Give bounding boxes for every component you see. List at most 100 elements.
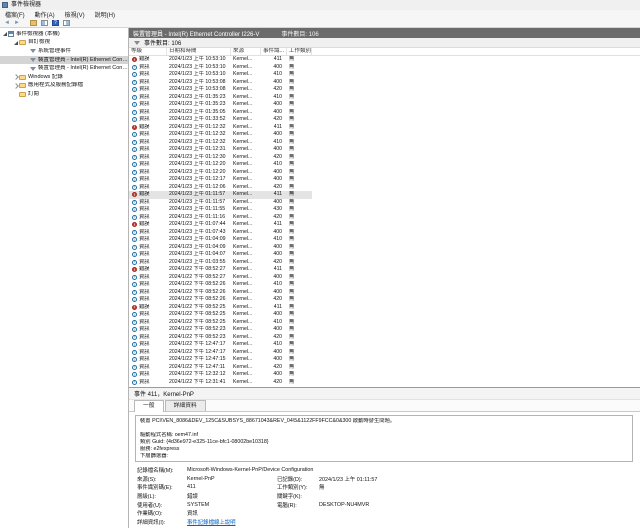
event-row[interactable]: i資訊2024/1/23 上午 01:12:32Kernel...400無	[129, 131, 312, 139]
event-row[interactable]: i資訊2024/1/22 下午 12:47:15Kernel...400無	[129, 356, 312, 364]
event-row[interactable]: i資訊2024/1/23 上午 01:11:16Kernel...420無	[129, 214, 312, 222]
event-row[interactable]: i資訊2024/1/23 上午 01:12:32Kernel...410無	[129, 139, 312, 147]
event-row[interactable]: i資訊2024/1/22 下午 12:47:17Kernel...400無	[129, 349, 312, 357]
event-row[interactable]: i資訊2024/1/22 下午 08:52:26Kernel...420無	[129, 296, 312, 304]
event-row[interactable]: i資訊2024/1/23 上午 01:03:55Kernel...420無	[129, 259, 312, 267]
event-row[interactable]: !錯誤2024/1/22 下午 08:52:25Kernel...411無	[129, 304, 312, 312]
event-row[interactable]: i資訊2024/1/23 上午 01:12:30Kernel...420無	[129, 154, 312, 162]
event-row[interactable]: i資訊2024/1/23 上午 01:12:20Kernel...410無	[129, 161, 312, 169]
sidebar-item[interactable]: 裝置管理員 - Intel(R) Ethernet Controller I22…	[0, 64, 128, 73]
event-row[interactable]: !錯誤2024/1/23 上午 01:12:32Kernel...411無	[129, 124, 312, 132]
event-level: 錯誤	[139, 266, 149, 273]
filter-count: 事件數目: 106	[144, 38, 181, 47]
tree-expander-icon[interactable]	[12, 84, 19, 88]
event-row[interactable]: i資訊2024/1/23 上午 01:35:05Kernel...400無	[129, 109, 312, 117]
error-icon: !	[132, 57, 137, 62]
event-log-help-link[interactable]: 事件記錄檔線上說明	[187, 518, 633, 526]
event-row[interactable]: i資訊2024/1/22 下午 08:52:27Kernel...400無	[129, 274, 312, 282]
console-tree-icon[interactable]	[41, 20, 48, 26]
event-row[interactable]: i資訊2024/1/23 上午 01:11:57Kernel...400無	[129, 199, 312, 207]
event-row[interactable]: i資訊2024/1/22 下午 08:52:25Kernel...410無	[129, 319, 312, 327]
tree-expander-icon[interactable]	[12, 41, 19, 45]
event-description-box[interactable]: 裝置 PCI\VEN_8086&DEV_125C&SUBSYS_88671043…	[135, 415, 633, 462]
column-header-datetime[interactable]: 日期和時間	[167, 48, 231, 55]
column-header-task-category[interactable]: 工作類別	[287, 48, 312, 55]
column-header-level[interactable]: 等級	[129, 48, 167, 55]
event-row[interactable]: i資訊2024/1/22 下午 08:52:26Kernel...410無	[129, 281, 312, 289]
event-id: 420	[261, 154, 287, 161]
event-row[interactable]: i資訊2024/1/23 上午 10:53:08Kernel...420無	[129, 86, 312, 94]
info-icon: i	[132, 80, 137, 85]
event-row[interactable]: i資訊2024/1/23 上午 01:12:06Kernel...420無	[129, 184, 312, 192]
event-level: 資訊	[139, 229, 149, 236]
sidebar-item[interactable]: 應用程式及服務記錄檔	[0, 82, 128, 91]
event-row[interactable]: i資訊2024/1/22 下午 08:52:25Kernel...400無	[129, 311, 312, 319]
lower-filters-line: 下層篩選器:	[140, 453, 628, 460]
export-list-icon[interactable]	[30, 20, 37, 26]
tree-expander-icon[interactable]	[12, 75, 19, 79]
event-datetime: 2024/1/22 下午 08:52:26	[167, 289, 231, 296]
forward-icon[interactable]: ►	[14, 20, 20, 26]
event-row[interactable]: i資訊2024/1/23 上午 01:12:31Kernel...400無	[129, 146, 312, 154]
column-header-event-id[interactable]: 事件識...	[261, 48, 287, 55]
event-row[interactable]: i資訊2024/1/22 下午 08:52:26Kernel...400無	[129, 289, 312, 297]
property-row: 事件識別碼(E):411工作類別(Y):無	[137, 483, 633, 492]
menu-action[interactable]: 動作(A)	[30, 10, 60, 19]
event-row[interactable]: i資訊2024/1/23 上午 01:12:20Kernel...400無	[129, 169, 312, 177]
event-row[interactable]: i資訊2024/1/23 上午 10:53:08Kernel...400無	[129, 79, 312, 87]
tab-general[interactable]: 一般	[134, 400, 164, 412]
sidebar-item[interactable]: Windows 記錄	[0, 73, 128, 82]
event-row[interactable]: i資訊2024/1/22 下午 12:32:12Kernel...400無	[129, 371, 312, 379]
event-row[interactable]: !錯誤2024/1/23 上午 01:11:57Kernel...411無	[129, 191, 312, 199]
event-datetime: 2024/1/22 下午 12:47:11	[167, 364, 231, 371]
tree-expander-icon[interactable]	[1, 32, 8, 36]
event-description: 裝置 PCI\VEN_8086&DEV_125C&SUBSYS_88671043…	[140, 418, 628, 425]
event-row[interactable]: i資訊2024/1/23 上午 10:53:10Kernel...410無	[129, 71, 312, 79]
event-level: 資訊	[139, 349, 149, 356]
event-task-category: 無	[287, 326, 312, 333]
event-row[interactable]: i資訊2024/1/23 上午 01:35:23Kernel...410無	[129, 94, 312, 102]
sidebar-item[interactable]: 訂閱	[0, 90, 128, 99]
event-row[interactable]: i資訊2024/1/22 下午 08:52:23Kernel...400無	[129, 326, 312, 334]
tab-details[interactable]: 詳細資料	[165, 400, 206, 411]
column-header-source[interactable]: 來源	[231, 48, 261, 55]
action-pane-icon[interactable]	[63, 20, 70, 26]
sidebar-item[interactable]: 事件檢視器 (本機)	[0, 30, 128, 39]
sidebar-item[interactable]: 自訂檢視	[0, 39, 128, 48]
event-datetime: 2024/1/22 下午 12:47:15	[167, 356, 231, 363]
event-row[interactable]: i資訊2024/1/23 上午 01:11:55Kernel...430無	[129, 206, 312, 214]
event-row[interactable]: i資訊2024/1/22 下午 12:47:11Kernel...420無	[129, 364, 312, 372]
event-row[interactable]: i資訊2024/1/23 上午 01:33:52Kernel...420無	[129, 116, 312, 124]
event-source: Kernel...	[231, 146, 261, 153]
event-row[interactable]: !錯誤2024/1/22 下午 08:52:27Kernel...411無	[129, 266, 312, 274]
event-row[interactable]: i資訊2024/1/22 下午 08:52:23Kernel...420無	[129, 334, 312, 342]
event-row[interactable]: i資訊2024/1/23 上午 01:04:07Kernel...400無	[129, 251, 312, 259]
help-icon[interactable]: ?	[52, 20, 59, 26]
menu-file[interactable]: 檔案(F)	[0, 10, 30, 19]
info-icon: i	[132, 162, 137, 167]
event-id: 411	[261, 191, 287, 198]
event-row[interactable]: i資訊2024/1/23 上午 01:04:09Kernel...400無	[129, 244, 312, 252]
event-datetime: 2024/1/23 上午 01:07:43	[167, 229, 231, 236]
event-row[interactable]: i資訊2024/1/23 上午 01:04:09Kernel...410無	[129, 236, 312, 244]
description-spacer	[140, 425, 628, 432]
error-icon: !	[132, 305, 137, 310]
error-icon: !	[132, 192, 137, 197]
event-row[interactable]: i資訊2024/1/23 上午 10:53:10Kernel...400無	[129, 64, 312, 72]
event-row[interactable]: i資訊2024/1/23 上午 01:07:43Kernel...400無	[129, 229, 312, 237]
property-value: 資訊	[187, 509, 633, 517]
menu-view[interactable]: 檢視(V)	[60, 10, 90, 19]
event-row[interactable]: i資訊2024/1/23 上午 01:35:23Kernel...400無	[129, 101, 312, 109]
menu-help[interactable]: 說明(H)	[90, 10, 120, 19]
event-row[interactable]: i資訊2024/1/22 下午 12:31:41Kernel...420無	[129, 379, 312, 387]
sidebar-item[interactable]: 系統管理事件	[0, 47, 128, 56]
back-icon[interactable]: ◄	[4, 20, 10, 26]
event-row[interactable]: i資訊2024/1/23 上午 01:12:17Kernel...400無	[129, 176, 312, 184]
sidebar-item-label: 系統管理事件	[38, 48, 71, 55]
info-icon: i	[132, 65, 137, 70]
event-row[interactable]: !錯誤2024/1/23 上午 10:53:10Kernel...411無	[129, 56, 312, 64]
event-row[interactable]: !錯誤2024/1/23 上午 01:07:44Kernel...411無	[129, 221, 312, 229]
event-row[interactable]: i資訊2024/1/22 下午 12:47:17Kernel...410無	[129, 341, 312, 349]
sidebar-item[interactable]: 裝置管理員 - Intel(R) Ethernet Controller I22…	[0, 56, 128, 65]
info-icon: i	[132, 350, 137, 355]
